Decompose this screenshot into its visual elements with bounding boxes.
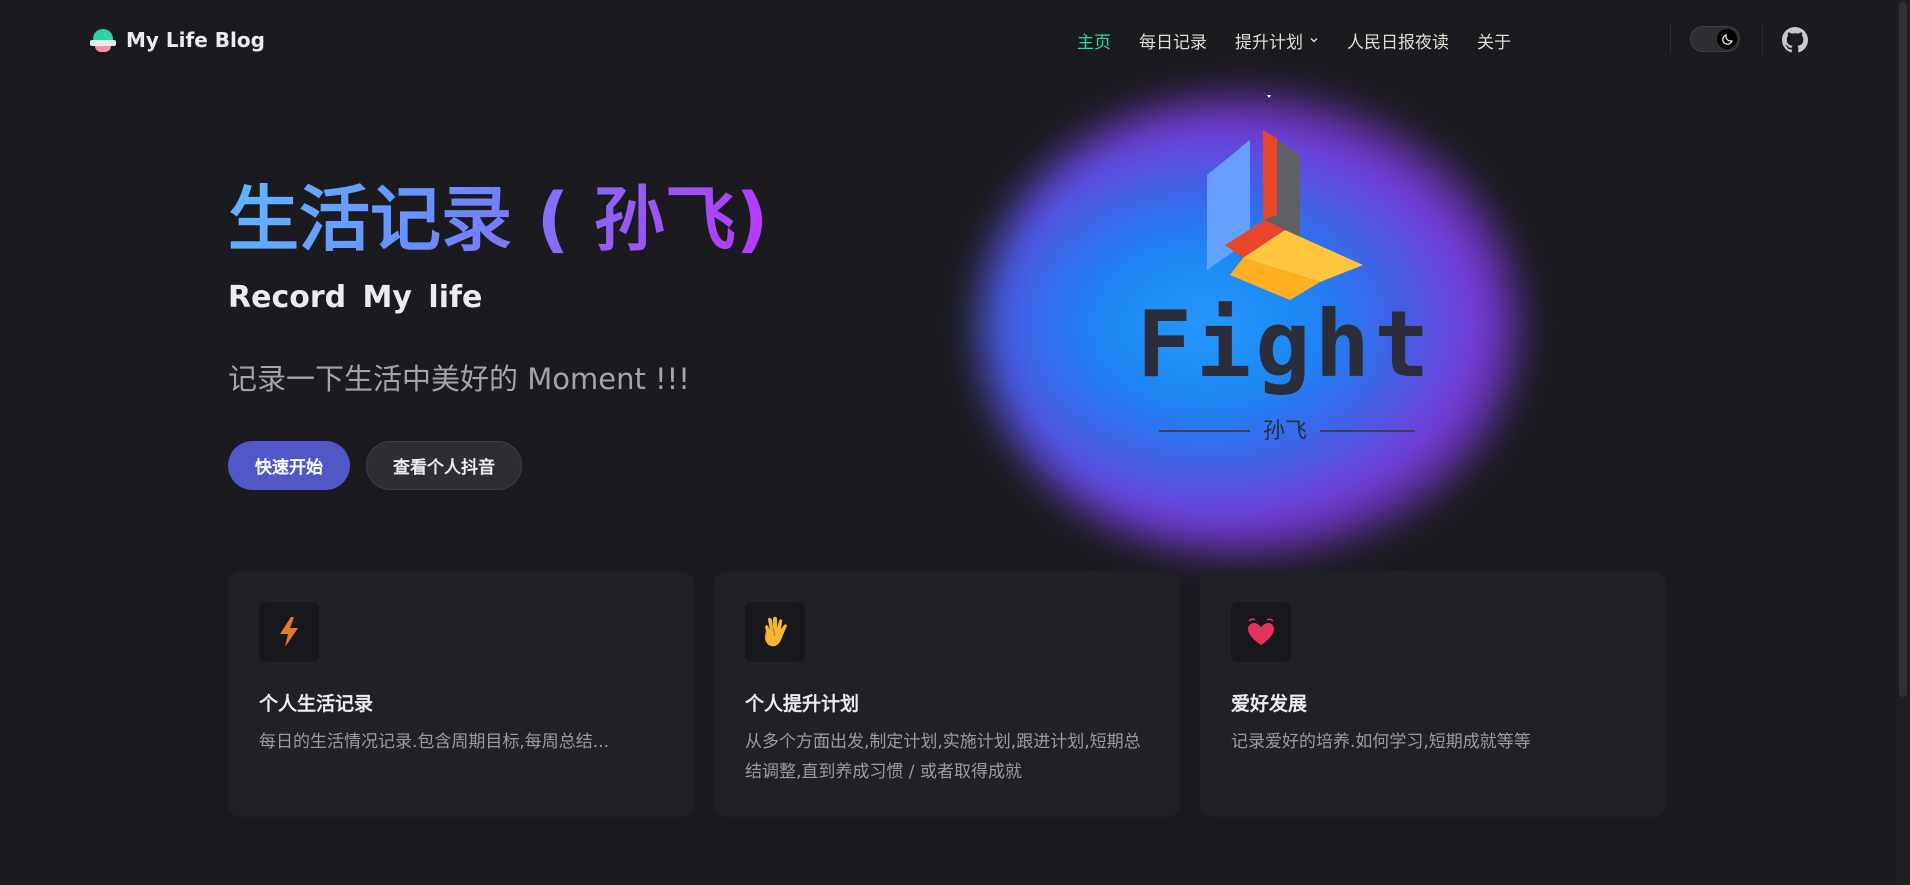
feature-title: 爱好发展 <box>1231 693 1308 715</box>
beating-heart-icon <box>1231 602 1291 662</box>
feature-title: 个人生活记录 <box>259 693 374 715</box>
hero-tagline: 记录一下生活中美好的 Moment !!! <box>228 362 690 396</box>
chevron-down-icon <box>1310 38 1318 43</box>
nav-item-about[interactable]: 关于 <box>1463 28 1525 53</box>
nav-item-home[interactable]: 主页 <box>1063 28 1125 53</box>
hero-image-word: Fight <box>1137 291 1434 398</box>
moon-icon <box>1717 29 1737 49</box>
feature-description: 记录爱好的培养.如何学习,短期成就等等 <box>1231 732 1531 752</box>
nav-divider <box>1670 24 1671 54</box>
lightning-icon <box>259 602 319 662</box>
nav-item-label: 主页 <box>1077 32 1111 53</box>
hero-title: 生活记录 ( 孙飞) <box>228 174 768 266</box>
nav-item-daily-records[interactable]: 每日记录 <box>1125 28 1221 53</box>
github-icon[interactable] <box>1782 27 1808 53</box>
scrollbar-thumb[interactable] <box>1899 2 1907 697</box>
ufo-logo-icon <box>90 27 116 53</box>
nav-item-label: 关于 <box>1477 32 1511 53</box>
hero-image-signature: 孙飞 <box>1263 419 1307 444</box>
feature-title: 个人提升计划 <box>745 693 860 715</box>
brand-link[interactable]: My Life Blog <box>90 24 265 56</box>
hero-fight-logo: Fight 孙飞 <box>1137 95 1434 444</box>
nav-item-label: 每日记录 <box>1139 32 1207 53</box>
theme-toggle[interactable] <box>1690 26 1740 52</box>
nav-menu: 主页 每日记录 提升计划 人民日报夜读 关于 <box>1063 24 1525 56</box>
nav-item-label: 提升计划 <box>1235 32 1303 53</box>
feature-card-improvement-plan[interactable]: 个人提升计划 从多个方面出发,制定计划,实施计划,跟进计划,短期总结调整,直到养… <box>714 571 1180 817</box>
nav-divider <box>1762 24 1763 54</box>
feature-description: 从多个方面出发,制定计划,实施计划,跟进计划,短期总结调整,直到养成习惯 / 或… <box>745 732 1141 782</box>
brand-name: My Life Blog <box>126 28 265 52</box>
feature-card-hobbies[interactable]: 爱好发展 记录爱好的培养.如何学习,短期成就等等 <box>1200 571 1666 817</box>
feature-description: 每日的生活情况记录.包含周期目标,每周总结... <box>259 732 610 752</box>
nav-item-label: 人民日报夜读 <box>1347 32 1449 53</box>
feature-card-life-records[interactable]: 个人生活记录 每日的生活情况记录.包含周期目标,每周总结... <box>228 571 694 817</box>
vulcan-hand-icon <box>745 602 805 662</box>
top-navbar: My Life Blog 主页 每日记录 提升计划 人民日报夜读 关于 <box>0 0 1895 78</box>
nav-item-night-reading[interactable]: 人民日报夜读 <box>1333 28 1463 53</box>
view-douyin-button[interactable]: 查看个人抖音 <box>366 441 522 490</box>
hero-subtitle: Record My life <box>228 280 483 315</box>
quick-start-button[interactable]: 快速开始 <box>228 441 350 490</box>
nav-item-improvement-plan[interactable]: 提升计划 <box>1221 28 1333 53</box>
